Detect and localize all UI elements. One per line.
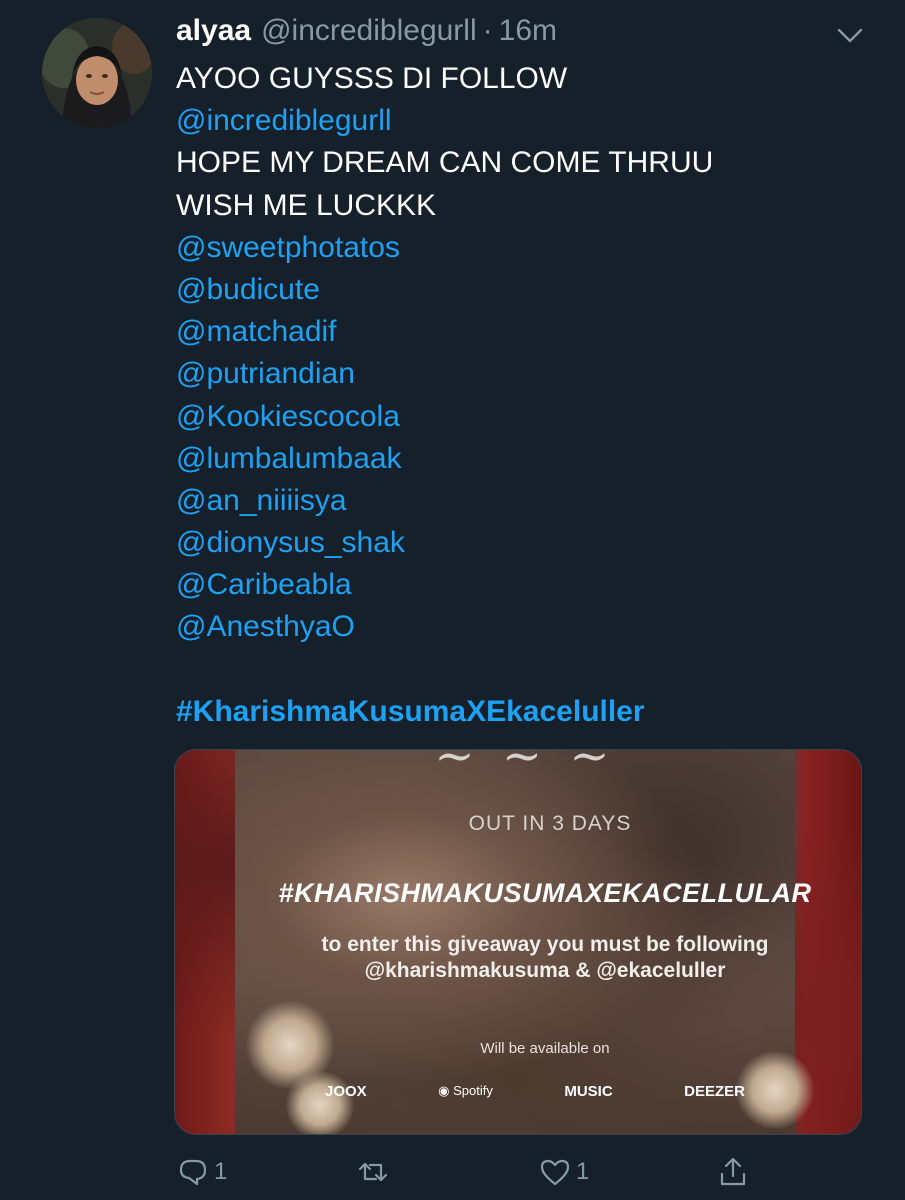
retweet-button[interactable] (356, 1150, 390, 1194)
mention-link[interactable]: @Caribeabla (176, 564, 876, 606)
chevron-down-icon[interactable] (836, 26, 864, 46)
media-giveaway-text: to enter this giveaway you must be follo… (235, 932, 855, 984)
tweet-line: HOPE MY DREAM CAN COME THRUU (176, 146, 714, 180)
media-platforms: JOOX ◉ Spotify MUSIC DEEZER (325, 1078, 745, 1104)
mention-link[interactable]: @incrediblegurll (176, 100, 876, 142)
mention-link[interactable]: @matchadif (176, 311, 876, 353)
mention-link[interactable]: @lumbalumbaak (176, 438, 876, 480)
like-count: 1 (576, 1158, 590, 1185)
reply-icon (179, 1159, 207, 1186)
media-release-text: OUT IN 3 DAYS (468, 812, 632, 835)
header-separator: · (482, 14, 493, 47)
media-available-text: Will be available on (480, 1040, 610, 1057)
media-script-title: ~ ~ ~ (434, 749, 616, 784)
author-handle[interactable]: @incrediblegurll (261, 14, 477, 48)
mention-link[interactable]: @sweetphotatos (176, 227, 876, 269)
platform-apple-music: MUSIC (564, 1083, 612, 1100)
heart-icon (540, 1159, 570, 1186)
share-button[interactable] (716, 1150, 750, 1194)
share-icon (720, 1157, 746, 1186)
mention-link[interactable]: @putriandian (176, 353, 876, 395)
platform-joox: JOOX (325, 1082, 367, 1100)
retweet-icon (358, 1162, 388, 1182)
author-name[interactable]: alyaa (176, 14, 251, 48)
tweet-action-bar: 1 1 (176, 1150, 776, 1194)
tweet-header: alyaa @incrediblegurll · 16m (176, 14, 557, 58)
reply-count: 1 (214, 1158, 228, 1185)
media-giveaway-line: to enter this giveaway you must be follo… (321, 933, 769, 956)
like-button[interactable]: 1 (538, 1150, 589, 1194)
tweet-media-image[interactable]: ~ ~ ~ OUT IN 3 DAYS #KHARISHMAKUSUMAXEKA… (174, 749, 862, 1135)
avatar-photo (42, 18, 152, 128)
tweet-line: WISH ME LUCKKK (176, 188, 437, 222)
decor-flower (735, 1050, 815, 1130)
tweet-line: AYOO GUYSSS DI FOLLOW (176, 62, 568, 95)
media-giveaway-line: @kharishmakusuma & @ekaceluller (364, 959, 726, 982)
platform-apple-music-label: MUSIC (564, 1082, 613, 1100)
author-avatar[interactable] (42, 18, 152, 128)
platform-spotify-label: Spotify (453, 1083, 493, 1098)
mention-link[interactable]: @AnesthyaO (176, 606, 876, 648)
platform-spotify: ◉ Spotify (438, 1083, 493, 1098)
tweet-timestamp[interactable]: 16m (499, 14, 557, 48)
hashtag-link[interactable]: #KharishmaKusumaXEkaceluller (176, 691, 876, 733)
tweet-body: AYOO GUYSSS DI FOLLOW @incrediblegurll H… (176, 58, 876, 733)
media-hashtag: #KHARISHMAKUSUMAXEKACELLULAR (278, 878, 812, 908)
mention-link[interactable]: @dionysus_shak (176, 522, 876, 564)
mention-link[interactable]: @an_niiiisya (176, 480, 876, 522)
platform-deezer: DEEZER (684, 1082, 745, 1100)
mention-link[interactable]: @budicute (176, 269, 876, 311)
reply-button[interactable]: 1 (176, 1150, 227, 1194)
mention-link[interactable]: @Kookiescocola (176, 396, 876, 438)
